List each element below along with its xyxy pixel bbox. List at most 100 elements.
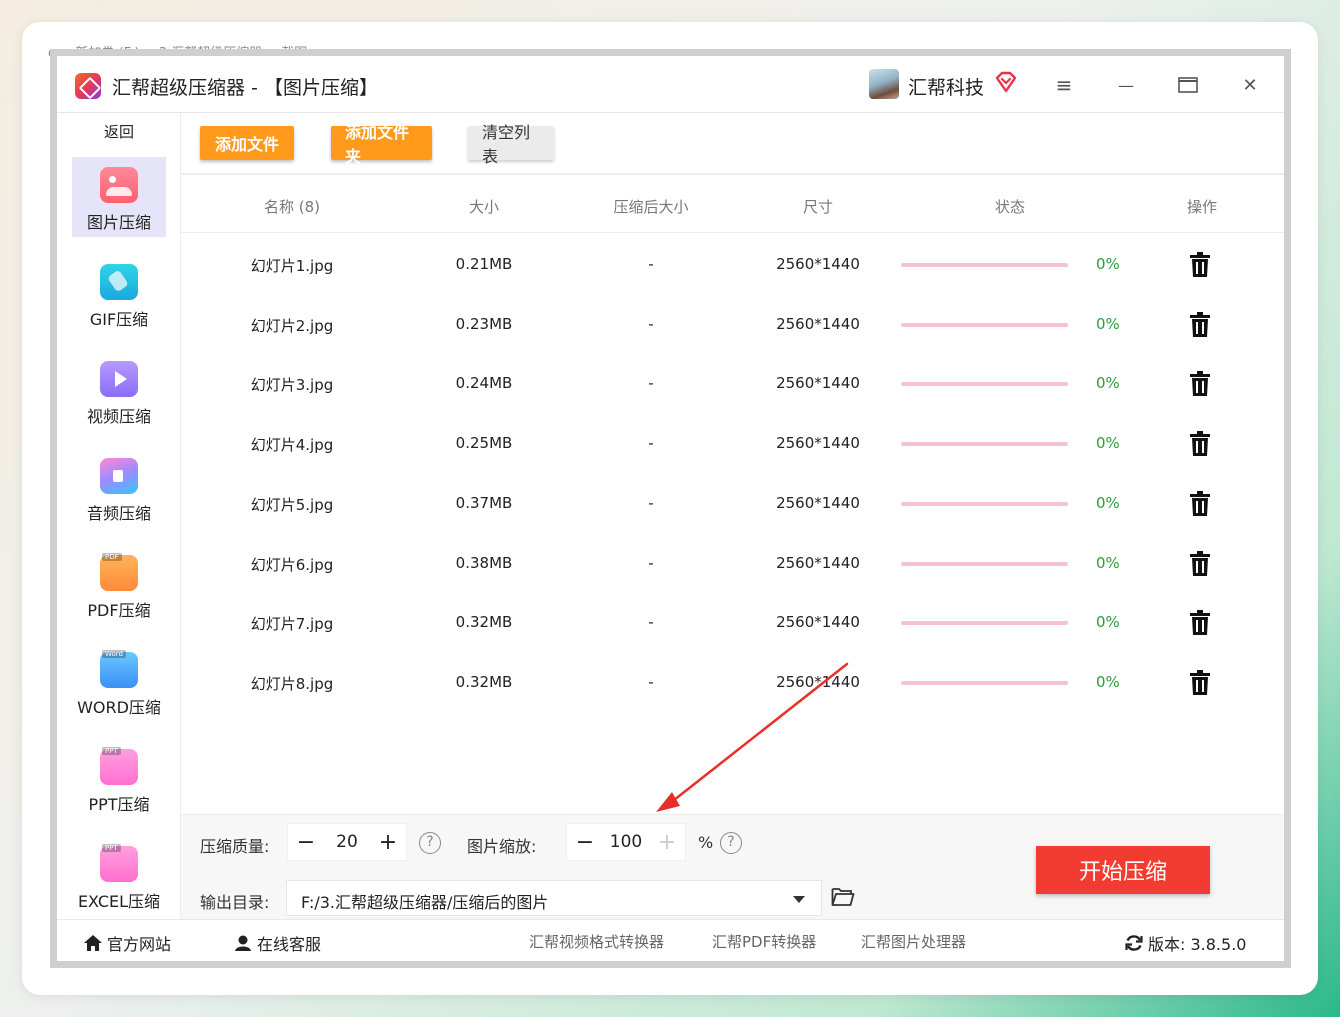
progress-bar bbox=[901, 442, 1068, 447]
output-label: 输出目录: bbox=[200, 893, 270, 912]
version-label: 版本: 3.8.5.0 bbox=[1148, 935, 1247, 954]
sidebar-item-label: 图片压缩 bbox=[86, 213, 151, 232]
trash-icon[interactable] bbox=[1189, 371, 1211, 397]
header-size[interactable]: 大小 bbox=[469, 196, 499, 217]
output-directory-select[interactable]: F:/3.汇帮超级压缩器/压缩后的图片 bbox=[286, 880, 822, 916]
scale-decrease-button[interactable]: − bbox=[567, 830, 603, 855]
table-row: 幻灯片7.jpg 0.32MB - 2560*1440 0% bbox=[181, 592, 1284, 652]
sidebar-item-excel[interactable]: PPT EXCEL压缩 bbox=[72, 836, 166, 916]
compressed-size: - bbox=[648, 553, 654, 572]
support-agent-icon bbox=[235, 935, 251, 951]
table-row: 幻灯片6.jpg 0.38MB - 2560*1440 0% bbox=[181, 533, 1284, 593]
back-button[interactable]: 返回 bbox=[57, 121, 181, 142]
sidebar-item-label: WORD压缩 bbox=[77, 698, 161, 717]
sidebar-item-label: 视频压缩 bbox=[86, 407, 151, 426]
progress-bar bbox=[901, 680, 1068, 685]
avatar[interactable] bbox=[869, 69, 899, 99]
file-size: 0.38MB bbox=[455, 553, 513, 572]
progress-percent: 0% bbox=[1096, 434, 1120, 453]
progress-bar bbox=[901, 501, 1068, 506]
header-actions: 操作 bbox=[1186, 198, 1218, 216]
refresh-icon bbox=[1125, 935, 1143, 951]
output-path: F:/3.汇帮超级压缩器/压缩后的图片 bbox=[301, 893, 549, 912]
clear-list-button[interactable]: 清空列表 bbox=[468, 123, 554, 166]
window-title: 汇帮超级压缩器 - 【图片压缩】 bbox=[112, 73, 378, 100]
compressed-size: - bbox=[648, 434, 654, 453]
sidebar-item-label: 音频压缩 bbox=[86, 504, 151, 523]
compressed-size: - bbox=[648, 672, 654, 691]
sidebar-item-audio[interactable]: 音频压缩 bbox=[72, 448, 166, 528]
table-row: 幻灯片8.jpg 0.32MB - 2560*1440 0% bbox=[181, 652, 1284, 712]
icon-tag: PPT bbox=[102, 844, 121, 852]
sidebar-item-video[interactable]: 视频压缩 bbox=[72, 351, 166, 431]
image-processor-link[interactable]: 汇帮图片处理器 bbox=[861, 931, 966, 952]
add-folder-button[interactable]: 添加文件夹 bbox=[331, 123, 432, 166]
scale-stepper: − 100 + bbox=[566, 823, 686, 861]
file-name: 幻灯片7.jpg bbox=[250, 615, 334, 634]
trash-icon[interactable] bbox=[1189, 252, 1211, 278]
file-size: 0.25MB bbox=[455, 434, 513, 453]
header-dimensions[interactable]: 尺寸 bbox=[803, 196, 833, 217]
sidebar-item-word[interactable]: Word WORD压缩 bbox=[72, 642, 166, 722]
quality-increase-button[interactable]: + bbox=[370, 830, 406, 855]
sidebar-item-image[interactable]: 图片压缩 bbox=[72, 157, 166, 237]
ppt-compress-icon: PPT bbox=[100, 747, 138, 785]
file-size: 0.24MB bbox=[455, 374, 513, 393]
start-compress-button[interactable]: 开始压缩 bbox=[1036, 846, 1210, 894]
scale-help-icon[interactable]: ? bbox=[720, 832, 742, 854]
header-name[interactable]: 名称 (8) bbox=[264, 196, 320, 217]
table-row: 幻灯片2.jpg 0.23MB - 2560*1440 0% bbox=[181, 294, 1284, 354]
file-name: 幻灯片2.jpg bbox=[250, 316, 334, 335]
minimize-button[interactable]: — bbox=[1111, 70, 1141, 100]
menu-button[interactable]: ≡ bbox=[1049, 70, 1079, 100]
version-info[interactable]: 版本: 3.8.5.0 bbox=[1124, 931, 1246, 955]
audio-compress-icon bbox=[100, 458, 138, 494]
image-dimensions: 2560*1440 bbox=[776, 314, 860, 333]
quality-input[interactable]: 20 bbox=[324, 832, 370, 852]
trash-icon[interactable] bbox=[1189, 669, 1211, 696]
quality-help-icon[interactable]: ? bbox=[419, 832, 441, 854]
trash-icon[interactable] bbox=[1189, 311, 1211, 338]
sidebar-item-pdf[interactable]: PDF PDF压缩 bbox=[72, 545, 166, 625]
quality-stepper: − 20 + bbox=[287, 823, 407, 861]
quality-decrease-button[interactable]: − bbox=[288, 830, 324, 855]
table-row: 幻灯片3.jpg 0.24MB - 2560*1440 0% bbox=[181, 353, 1284, 413]
file-name: 幻灯片8.jpg bbox=[250, 674, 334, 693]
scale-input[interactable]: 100 bbox=[603, 832, 649, 852]
scale-increase-button[interactable]: + bbox=[649, 830, 685, 855]
online-support-link[interactable]: 在线客服 bbox=[233, 931, 321, 955]
settings-panel: 压缩质量: − 20 + ? 图片缩放: − 100 + % ? 输出目录: F… bbox=[181, 814, 1284, 919]
video-converter-link[interactable]: 汇帮视频格式转换器 bbox=[529, 931, 664, 952]
vip-diamond-icon[interactable] bbox=[994, 70, 1018, 94]
maximize-icon bbox=[1178, 77, 1198, 93]
file-name: 幻灯片5.jpg bbox=[250, 495, 334, 514]
file-name: 幻灯片3.jpg bbox=[250, 376, 334, 395]
trash-icon[interactable] bbox=[1189, 490, 1211, 517]
compressed-size: - bbox=[648, 374, 654, 393]
scale-unit: % bbox=[698, 833, 714, 852]
progress-bar bbox=[901, 561, 1068, 566]
excel-compress-icon: PPT bbox=[100, 844, 138, 882]
pdf-converter-link[interactable]: 汇帮PDF转换器 bbox=[712, 931, 816, 952]
trash-icon[interactable] bbox=[1189, 610, 1211, 636]
progress-percent: 0% bbox=[1096, 553, 1120, 572]
trash-icon[interactable] bbox=[1189, 550, 1211, 577]
add-file-button[interactable]: 添加文件 bbox=[200, 126, 294, 160]
close-button[interactable]: ✕ bbox=[1235, 70, 1265, 100]
maximize-button[interactable] bbox=[1173, 70, 1203, 100]
chevron-down-icon bbox=[793, 896, 805, 903]
company-name[interactable]: 汇帮科技 bbox=[908, 73, 984, 100]
image-dimensions: 2560*1440 bbox=[776, 613, 860, 632]
word-compress-icon: Word bbox=[100, 650, 138, 688]
progress-percent: 0% bbox=[1096, 374, 1120, 393]
icon-tag: PDF bbox=[102, 553, 122, 561]
sidebar-item-label: GIF压缩 bbox=[89, 310, 149, 329]
progress-bar bbox=[901, 322, 1068, 327]
official-website-link[interactable]: 官方网站 bbox=[83, 931, 171, 955]
folder-open-icon[interactable] bbox=[831, 887, 855, 907]
header-compressed-size[interactable]: 压缩后大小 bbox=[613, 196, 688, 217]
trash-icon[interactable] bbox=[1189, 431, 1211, 457]
sidebar-item-gif[interactable]: GIF压缩 bbox=[72, 254, 166, 334]
file-size: 0.32MB bbox=[455, 613, 513, 632]
sidebar-item-ppt[interactable]: PPT PPT压缩 bbox=[72, 739, 166, 819]
